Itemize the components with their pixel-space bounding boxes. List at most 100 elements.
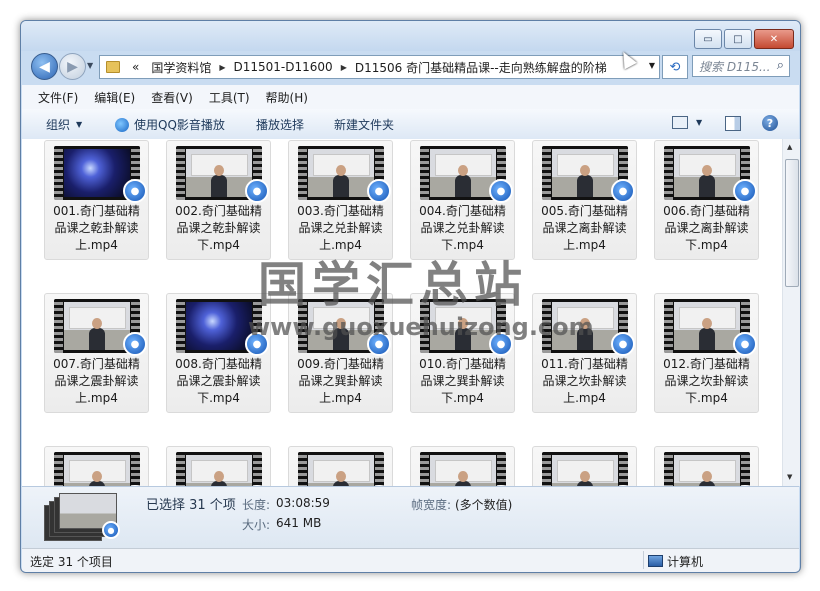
breadcrumb-item[interactable]: D11501-D11600 [234,60,333,74]
search-icon[interactable]: ⌕ [777,58,784,73]
menu-view[interactable]: 查看(V) [151,89,193,106]
file-item[interactable]: ● [532,446,637,486]
file-name: 010.奇门基础精品课之巽卦解读下.mp4 [419,357,506,405]
file-item[interactable]: ● 001.奇门基础精品课之乾卦解读上.mp4 [44,140,149,260]
watermark-url: www.guoxuehuizong.com [248,313,594,341]
navigation-bar: ◀ ▶ ▼ « 国学资料馆 ▶ D11501-D11600 ▶ D11506 奇… [21,51,800,83]
size-label: 大小: [242,518,271,532]
file-name: 009.奇门基础精品课之巽卦解读上.mp4 [297,357,384,405]
frame-width-value: (多个数值) [455,498,513,512]
file-name: 006.奇门基础精品课之离卦解读下.mp4 [663,204,750,252]
preview-pane-button[interactable] [725,116,741,131]
frame-width-label: 帧宽度: [411,498,452,512]
menu-help[interactable]: 帮助(H) [266,89,308,106]
new-folder-label: 新建文件夹 [334,118,395,132]
forward-arrow-icon: ▶ [67,58,78,75]
file-item[interactable]: ● 008.奇门基础精品课之震卦解读下.mp4 [166,293,271,413]
refresh-button[interactable]: ⟲ [662,55,688,79]
breadcrumb-item[interactable]: 国学资料馆 [151,59,211,76]
vertical-scrollbar[interactable]: ▲ ▼ [782,139,800,486]
file-name: 011.奇门基础精品课之坎卦解读上.mp4 [541,357,628,405]
recent-pages-dropdown[interactable]: ▼ [87,61,93,70]
menu-edit[interactable]: 编辑(E) [94,89,135,106]
qq-player-icon [115,117,129,132]
file-item[interactable]: ● 007.奇门基础精品课之震卦解读上.mp4 [44,293,149,413]
organize-button[interactable]: 组织 ▼ [46,116,82,133]
new-folder-button[interactable]: 新建文件夹 [334,116,394,133]
status-location-text: 计算机 [667,555,704,569]
menu-tools[interactable]: 工具(T) [209,89,250,106]
file-item[interactable]: ● [44,446,149,486]
command-bar: 组织 ▼ 使用QQ影音播放 播放选择 新建文件夹 ▼ ? [22,109,799,140]
selection-thumbnail: ● [44,493,122,541]
forward-button[interactable]: ▶ [59,53,86,80]
length-label: 长度: [242,498,271,512]
help-button[interactable]: ? [762,115,778,131]
scrollbar-thumb[interactable] [785,159,799,287]
search-placeholder: 搜索 D115... [699,59,771,74]
view-icon [672,116,688,129]
chevron-down-icon: ▼ [76,120,83,129]
maximize-button[interactable]: □ [724,29,752,49]
minimize-button[interactable]: ▭ [694,29,722,49]
maximize-icon: □ [733,33,743,45]
video-thumbnail [420,452,506,486]
scroll-up-icon[interactable]: ▲ [787,143,792,151]
qq-player-icon: ● [733,332,757,356]
breadcrumb-overflow[interactable]: « [132,60,139,74]
length-value: 03:08:59 [276,496,330,510]
status-bar: 选定 31 个项目 计算机 [22,548,799,572]
play-with-qq-button[interactable]: 使用QQ影音播放 [115,116,225,133]
change-view-button[interactable]: ▼ [672,116,702,129]
file-item[interactable]: ● 003.奇门基础精品课之兑卦解读上.mp4 [288,140,393,260]
play-qq-label: 使用QQ影音播放 [134,118,225,132]
back-arrow-icon: ◀ [39,58,50,75]
qq-player-icon: ● [611,332,635,356]
breadcrumb-separator-icon[interactable]: ▶ [341,63,347,72]
qq-player-icon: ● [611,179,635,203]
scroll-down-icon[interactable]: ▼ [787,473,792,481]
chevron-down-icon: ▼ [696,118,703,127]
file-item[interactable]: ● [654,446,759,486]
file-name: 007.奇门基础精品课之震卦解读上.mp4 [53,357,140,405]
file-item[interactable]: ● 011.奇门基础精品课之坎卦解读上.mp4 [532,293,637,413]
close-button[interactable]: ✕ [754,29,794,49]
menu-file[interactable]: 文件(F) [38,89,78,106]
selection-count: 已选择 31 个项 [146,498,236,513]
breadcrumb-item[interactable]: D11506 奇门基础精品课--走向熟练解盘的阶梯 [355,59,607,76]
play-selection-button[interactable]: 播放选择 [256,116,304,133]
file-item[interactable]: ● [288,446,393,486]
organize-label: 组织 [46,118,71,132]
file-item[interactable]: ● 012.奇门基础精品课之坎卦解读下.mp4 [654,293,759,413]
close-icon: ✕ [769,33,779,45]
qq-player-icon: ● [123,179,147,203]
address-dropdown-icon[interactable]: ▼ [649,61,655,70]
file-item[interactable]: ● [410,446,515,486]
breadcrumb-separator-icon[interactable]: ▶ [219,63,225,72]
details-pane: ● 已选择 31 个项 长度: 03:08:59 帧宽度: (多个数值) 大小:… [22,486,799,549]
video-thumbnail [542,452,628,486]
search-input[interactable]: 搜索 D115... ⌕ [692,55,790,77]
qq-player-icon: ● [245,179,269,203]
video-thumbnail [176,452,262,486]
file-name: 002.奇门基础精品课之乾卦解读下.mp4 [175,204,262,252]
file-item[interactable]: ● 005.奇门基础精品课之离卦解读上.mp4 [532,140,637,260]
file-item[interactable]: ● 004.奇门基础精品课之兑卦解读下.mp4 [410,140,515,260]
video-thumbnail [298,452,384,486]
help-icon: ? [762,115,778,131]
qq-player-icon: ● [367,179,391,203]
file-item[interactable]: ● 006.奇门基础精品课之离卦解读下.mp4 [654,140,759,260]
title-bar[interactable]: ▭ □ ✕ [21,21,800,51]
file-item[interactable]: ● [166,446,271,486]
minimize-icon: ▭ [703,33,713,45]
file-name: 001.奇门基础精品课之乾卦解读上.mp4 [53,204,140,252]
menu-bar: 文件(F) 编辑(E) 查看(V) 工具(T) 帮助(H) [22,85,799,110]
size-value: 641 MB [276,516,322,530]
watermark-title: 国学汇总站 [258,257,529,313]
file-item[interactable]: ● 002.奇门基础精品课之乾卦解读下.mp4 [166,140,271,260]
status-selected-text: 选定 31 个项目 [30,555,113,569]
back-button[interactable]: ◀ [31,53,58,80]
address-bar[interactable]: « 国学资料馆 ▶ D11501-D11600 ▶ D11506 奇门基础精品课… [99,55,660,79]
play-selection-label: 播放选择 [256,118,305,132]
qq-player-icon: ● [489,179,513,203]
